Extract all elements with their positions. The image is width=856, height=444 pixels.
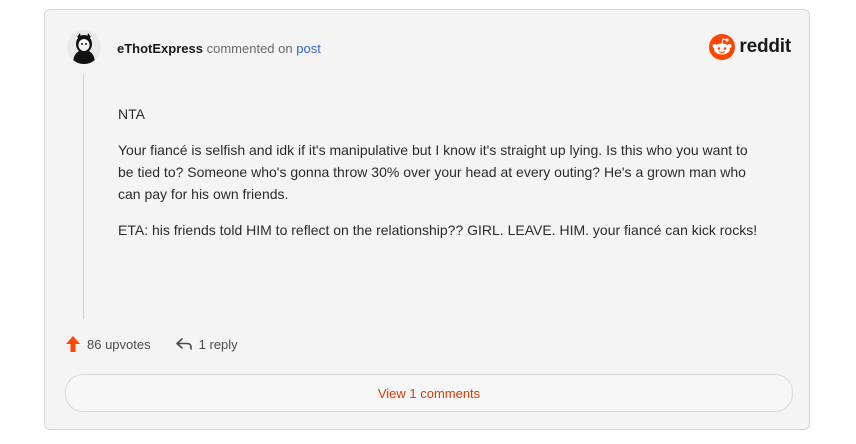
comment-card: eThotExpress commented on post reddit NT… [44,9,810,430]
commented-on-text: commented on [206,41,293,56]
reply-button[interactable]: 1 reply [175,336,238,352]
reply-count: 1 reply [198,336,238,352]
comment-actions: 86 upvotes 1 reply [65,335,262,353]
view-comments-label: View 1 comments [377,385,481,401]
upvote-arrow-icon [66,336,80,352]
reddit-logo[interactable]: reddit [709,34,791,60]
comment-body: NTA Your fiancé is selfish and idk if it… [118,103,758,255]
view-comments-button[interactable]: View 1 comments [65,374,793,412]
comment-paragraph: NTA [118,106,145,122]
upvote-button[interactable]: 86 upvotes [65,335,151,353]
thread-line [83,74,84,319]
username[interactable]: eThotExpress [117,41,203,56]
comment-paragraph: ETA: his friends told HIM to reflect on … [118,222,758,238]
reddit-logo-icon [709,34,736,60]
comment-header: eThotExpress commented on post [117,41,321,56]
post-link[interactable]: post [296,41,321,56]
upvote-count: 86 upvotes [87,336,151,352]
avatar[interactable] [67,30,101,64]
reddit-wordmark: reddit [739,36,791,57]
comment-paragraph: Your fiancé is selfish and idk if it's m… [118,142,748,202]
avatar-icon [67,30,101,64]
reply-arrow-icon [175,338,192,350]
